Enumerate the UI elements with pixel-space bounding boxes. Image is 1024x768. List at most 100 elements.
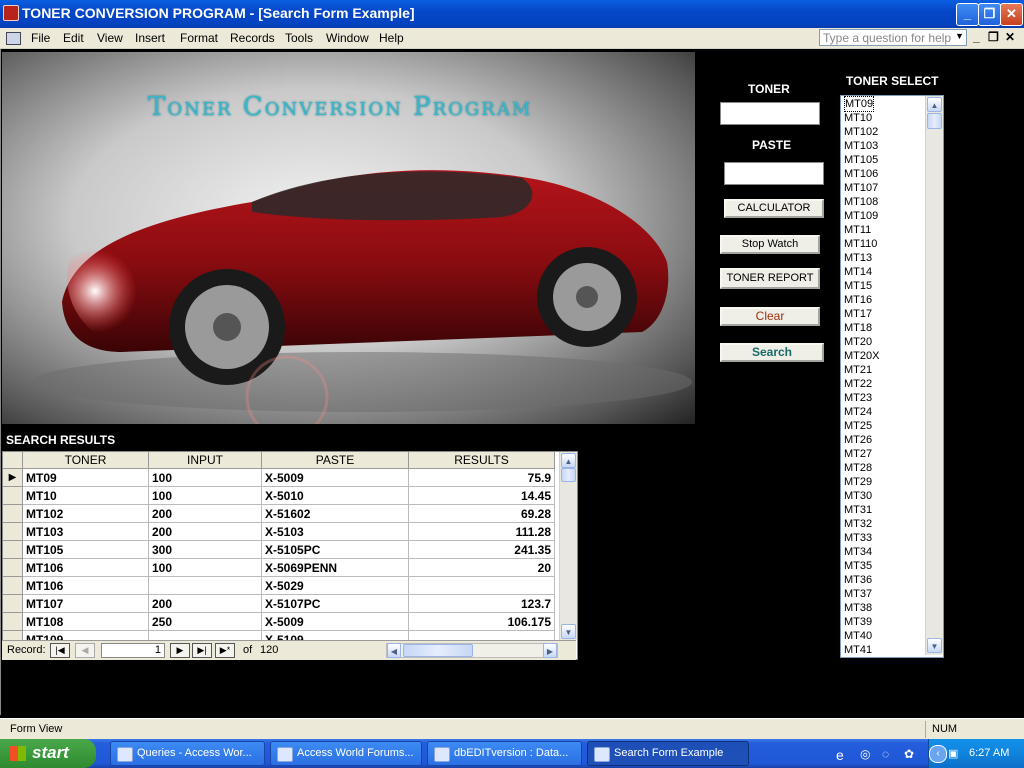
first-record-icon[interactable]: |◀ [50, 643, 70, 658]
toner-cell[interactable]: MT10 [23, 487, 149, 505]
results-cell[interactable]: 69.28 [409, 505, 555, 523]
toner-cell[interactable]: MT106 [23, 577, 149, 595]
calculator-button[interactable]: CALCULATOR [724, 199, 824, 218]
toner-select-item[interactable]: MT102 [844, 125, 878, 139]
results-cell[interactable]: 241.35 [409, 541, 555, 559]
toner-select-item[interactable]: MT106 [844, 167, 878, 181]
scroll-up-icon[interactable]: ▲ [927, 97, 942, 112]
menu-records[interactable]: Records [230, 31, 275, 45]
scroll-down-icon[interactable]: ▼ [927, 638, 942, 653]
menu-file[interactable]: File [31, 31, 50, 45]
toner-select-item[interactable]: MT28 [844, 461, 872, 475]
toner-select-item[interactable]: MT21 [844, 363, 872, 377]
results-scrollbar[interactable]: ▲ ▼ [559, 452, 577, 640]
paste-cell[interactable]: X-5009 [262, 469, 409, 487]
toner-select-item[interactable]: MT25 [844, 419, 872, 433]
mdi-restore-icon[interactable]: ❐ [988, 30, 999, 44]
current-record-input[interactable]: 1 [101, 643, 165, 658]
menu-tools[interactable]: Tools [285, 31, 313, 45]
menu-edit[interactable]: Edit [63, 31, 84, 45]
toner-select-item[interactable]: MT103 [844, 139, 878, 153]
close-button[interactable]: ✕ [1000, 3, 1023, 26]
paste-cell[interactable]: X-5103 [262, 523, 409, 541]
clear-button[interactable]: Clear [720, 307, 820, 326]
scroll-left-icon[interactable]: ◀ [387, 643, 401, 658]
toner-cell[interactable]: MT108 [23, 613, 149, 631]
menu-help[interactable]: Help [379, 31, 404, 45]
row-selector-header[interactable] [3, 452, 23, 469]
toner-select-item[interactable]: MT37 [844, 587, 872, 601]
toner-select-item[interactable]: MT33 [844, 531, 872, 545]
task-access-world-forums[interactable]: Access World Forums... [270, 741, 422, 766]
toner-cell[interactable]: MT105 [23, 541, 149, 559]
horizontal-scrollbar[interactable]: ◀ ▶ [386, 643, 558, 658]
input-cell[interactable]: 100 [149, 469, 262, 487]
toner-input[interactable] [720, 102, 820, 125]
toner-list-scrollbar[interactable]: ▲ ▼ [925, 96, 943, 655]
paste-cell[interactable]: X-5105PC [262, 541, 409, 559]
toner-select-item[interactable]: MT14 [844, 265, 872, 279]
toner-select-item[interactable]: MT23 [844, 391, 872, 405]
toner-select-item[interactable]: MT109 [844, 209, 878, 223]
row-selector[interactable] [3, 523, 23, 541]
paste-input[interactable] [724, 162, 824, 185]
results-scroll-down-icon[interactable]: ▼ [561, 624, 576, 639]
quicklaunch-icon[interactable]: ◎ [860, 747, 870, 761]
toner-cell[interactable]: MT103 [23, 523, 149, 541]
toner-select-item[interactable]: MT40 [844, 629, 872, 643]
row-selector[interactable] [3, 577, 23, 595]
menu-view[interactable]: View [97, 31, 123, 45]
search-button[interactable]: Search [720, 343, 824, 362]
scroll-thumb[interactable] [927, 113, 942, 129]
ask-question-input[interactable]: Type a question for help [819, 29, 967, 46]
toner-select-item[interactable]: MT41 [844, 643, 872, 657]
toner-select-item[interactable]: MT107 [844, 181, 878, 195]
toner-select-item[interactable]: MT17 [844, 307, 872, 321]
toner-cell[interactable]: MT102 [23, 505, 149, 523]
toner-select-item[interactable]: MT16 [844, 293, 872, 307]
results-cell[interactable]: 14.45 [409, 487, 555, 505]
form-window-icon[interactable] [6, 32, 21, 45]
results-cell[interactable]: 106.175 [409, 613, 555, 631]
h-scroll-thumb[interactable] [403, 644, 473, 657]
toner-select-item[interactable]: MT38 [844, 601, 872, 615]
toner-cell[interactable]: MT09 [23, 469, 149, 487]
paste-cell[interactable]: X-5107PC [262, 595, 409, 613]
input-cell[interactable] [149, 577, 262, 595]
toner-select-item[interactable]: MT32 [844, 517, 872, 531]
paste-cell[interactable]: X-5009 [262, 613, 409, 631]
scroll-right-icon[interactable]: ▶ [543, 643, 557, 658]
quicklaunch-icon-2[interactable]: ◌ [882, 747, 889, 761]
toner-select-item[interactable]: MT29 [844, 475, 872, 489]
results-scroll-up-icon[interactable]: ▲ [561, 453, 576, 468]
toner-select-item[interactable]: MT20 [844, 335, 872, 349]
toner-cell[interactable]: MT106 [23, 559, 149, 577]
next-record-icon[interactable]: ▶ [170, 643, 190, 658]
toner-select-item[interactable]: MT36 [844, 573, 872, 587]
input-cell[interactable]: 300 [149, 541, 262, 559]
clock[interactable]: 6:27 AM [969, 747, 1009, 759]
toner-cell[interactable]: MT107 [23, 595, 149, 613]
last-record-icon[interactable]: ▶| [192, 643, 212, 658]
mdi-close-icon[interactable]: ✕ [1005, 30, 1015, 44]
toner-select-item[interactable]: MT10 [844, 111, 872, 125]
paste-cell[interactable]: X-5010 [262, 487, 409, 505]
input-cell[interactable]: 200 [149, 523, 262, 541]
toner-select-item[interactable]: MT35 [844, 559, 872, 573]
toner-select-item[interactable]: MT11 [844, 223, 871, 237]
ask-dropdown-icon[interactable]: ▼ [955, 31, 964, 41]
input-cell[interactable]: 100 [149, 559, 262, 577]
col-header-input[interactable]: INPUT [149, 452, 262, 469]
results-cell[interactable]: 20 [409, 559, 555, 577]
row-selector[interactable] [3, 541, 23, 559]
prev-record-icon[interactable]: ◀ [75, 643, 95, 658]
start-button[interactable]: start [0, 739, 96, 768]
input-cell[interactable]: 100 [149, 487, 262, 505]
task-dbeditversion[interactable]: dbEDITversion : Data... [427, 741, 582, 766]
new-record-icon[interactable]: ▶* [215, 643, 235, 658]
toner-select-item[interactable]: MT105 [844, 153, 878, 167]
paste-cell[interactable]: X-5069PENN [262, 559, 409, 577]
row-selector[interactable]: ▶ [3, 469, 23, 487]
row-selector[interactable] [3, 487, 23, 505]
input-cell[interactable]: 250 [149, 613, 262, 631]
